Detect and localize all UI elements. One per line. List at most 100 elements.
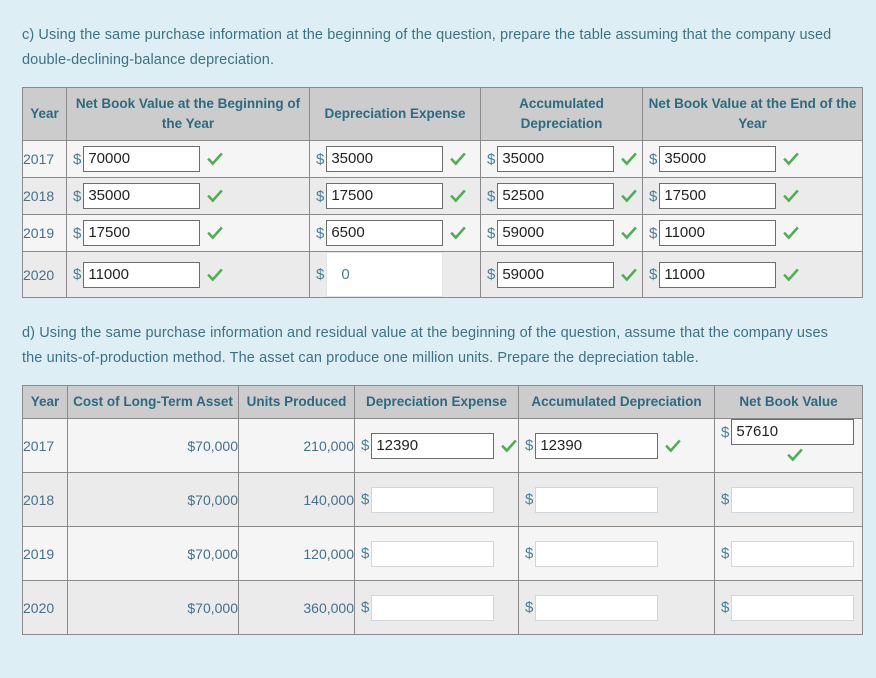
accumulated-depreciation-input[interactable]: 35000 [497, 146, 615, 172]
year-cell: 2017 [22, 140, 67, 178]
accumulated-depreciation-cell: $59000 [480, 251, 643, 298]
check-icon [783, 225, 800, 241]
th-depreciation-expense: Depreciation Expense [354, 385, 519, 419]
table-header-row: Year Net Book Value at the Beginning of … [22, 87, 863, 141]
cost-cell: $70,000 [67, 472, 239, 527]
table-row: 2017 $70,000 210,000 $12390 $12390 $57610 [22, 418, 863, 473]
table-row: 2019 $17500 $6500 $59000 $11000 [22, 214, 863, 252]
currency-symbol: $ [525, 437, 534, 454]
nbv-beginning-cell: $17500 [66, 214, 310, 252]
th-cost-of-asset: Cost of Long-Term Asset [67, 385, 239, 419]
net-book-value-cell: $ [714, 580, 863, 635]
currency-symbol: $ [361, 491, 370, 508]
year-cell: 2019 [22, 214, 67, 252]
table-header-row: Year Cost of Long-Term Asset Units Produ… [22, 385, 863, 419]
nbv-end-input[interactable]: 17500 [659, 183, 777, 209]
depreciation-expense-input[interactable]: 12390 [371, 432, 495, 459]
accumulated-depreciation-input[interactable]: 12390 [535, 432, 659, 459]
accumulated-depreciation-input[interactable] [535, 540, 659, 567]
currency-symbol: $ [525, 491, 534, 508]
currency-symbol: $ [361, 437, 370, 454]
check-icon [207, 225, 224, 241]
depreciation-expense-input[interactable] [371, 594, 495, 621]
th-nbv-end: Net Book Value at the End of the Year [642, 87, 863, 141]
table-row: 2018 $70,000 140,000 $ $ $ [22, 472, 863, 527]
accumulated-depreciation-cell: $12390 [518, 418, 715, 473]
depreciation-expense-input[interactable]: 17500 [326, 183, 444, 209]
year-cell: 2017 [22, 418, 68, 473]
depreciation-expense-input[interactable] [371, 486, 495, 513]
currency-symbol: $ [487, 266, 496, 283]
year-cell: 2018 [22, 472, 68, 527]
year-cell: 2019 [22, 526, 68, 581]
units-produced-cell: 210,000 [238, 418, 355, 473]
check-icon [207, 151, 224, 167]
nbv-end-input[interactable]: 35000 [659, 146, 777, 172]
nbv-beginning-input[interactable]: 17500 [83, 220, 201, 246]
currency-symbol: $ [649, 224, 658, 242]
net-book-value-input[interactable]: 57610 [731, 419, 855, 445]
accumulated-depreciation-cell: $ [518, 472, 715, 527]
net-book-value-cell: $57610 [714, 418, 863, 473]
check-icon [665, 438, 682, 454]
th-nbv-beginning: Net Book Value at the Beginning of the Y… [66, 87, 310, 141]
table-row: 2018 $35000 $17500 $52500 $17500 [22, 177, 863, 215]
nbv-end-input[interactable]: 11000 [659, 261, 777, 288]
accumulated-depreciation-input[interactable]: 52500 [497, 183, 615, 209]
nbv-beginning-cell: $35000 [66, 177, 310, 215]
currency-symbol: $ [73, 187, 82, 205]
nbv-end-cell: $35000 [642, 140, 863, 178]
depreciation-expense-input[interactable]: 35000 [326, 146, 444, 172]
th-accumulated-depreciation: Accumulated Depreciation [480, 87, 643, 141]
currency-symbol: $ [721, 545, 730, 562]
accumulated-depreciation-input[interactable]: 59000 [497, 261, 615, 288]
check-icon [450, 151, 467, 167]
net-book-value-input[interactable] [731, 594, 855, 621]
th-net-book-value: Net Book Value [714, 385, 863, 419]
check-icon [450, 225, 467, 241]
currency-symbol: $ [361, 599, 370, 616]
currency-symbol: $ [525, 545, 534, 562]
question-d-text: d) Using the same purchase information a… [22, 324, 828, 366]
cost-cell: $70,000 [67, 526, 239, 581]
cost-cell: $70,000 [67, 580, 239, 635]
year-cell: 2020 [22, 251, 67, 298]
check-icon [207, 267, 224, 283]
nbv-beginning-input[interactable]: 35000 [83, 183, 201, 209]
th-year: Year [22, 87, 67, 141]
nbv-end-cell: $11000 [642, 214, 863, 252]
th-units-produced: Units Produced [238, 385, 355, 419]
units-produced-cell: 120,000 [238, 526, 355, 581]
nbv-beginning-input[interactable]: 11000 [83, 261, 201, 288]
depreciation-expense-input[interactable] [371, 540, 495, 567]
currency-symbol: $ [73, 224, 82, 242]
table-row: 2019 $70,000 120,000 $ $ $ [22, 526, 863, 581]
currency-symbol: $ [721, 599, 730, 616]
accumulated-depreciation-input[interactable]: 59000 [497, 220, 615, 246]
nbv-end-input[interactable]: 11000 [659, 220, 777, 246]
check-icon [783, 151, 800, 167]
net-book-value-input[interactable] [731, 540, 855, 567]
currency-symbol: $ [73, 266, 82, 283]
nbv-end-cell: $17500 [642, 177, 863, 215]
depreciation-expense-input[interactable]: 0 [326, 252, 444, 297]
nbv-beginning-cell: $70000 [66, 140, 310, 178]
year-cell: 2020 [22, 580, 68, 635]
nbv-beginning-input[interactable]: 70000 [83, 146, 201, 172]
depreciation-expense-cell: $ [354, 526, 519, 581]
currency-symbol: $ [649, 266, 658, 283]
currency-symbol: $ [316, 150, 325, 168]
currency-symbol: $ [316, 266, 325, 283]
accumulated-depreciation-input[interactable] [535, 486, 659, 513]
year-cell: 2018 [22, 177, 67, 215]
depreciation-expense-cell: $ [354, 472, 519, 527]
depreciation-expense-input[interactable]: 6500 [326, 220, 444, 246]
nbv-end-cell: $11000 [642, 251, 863, 298]
net-book-value-input[interactable] [731, 486, 855, 513]
accumulated-depreciation-input[interactable] [535, 594, 659, 621]
table-row: 2020 $11000 $0 $59000 $11000 [22, 251, 863, 298]
check-icon [783, 267, 800, 283]
nbv-beginning-cell: $11000 [66, 251, 310, 298]
table-row: 2017 $70000 $35000 $35000 $35000 [22, 140, 863, 178]
check-icon [621, 267, 638, 283]
